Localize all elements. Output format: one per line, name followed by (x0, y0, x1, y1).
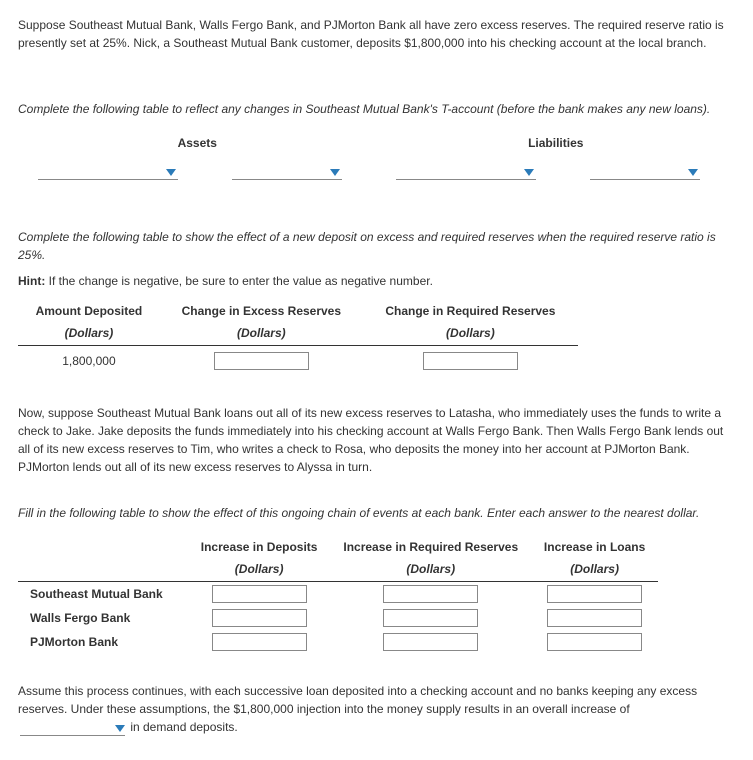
liabilities-header: Liabilities (377, 134, 736, 152)
hint-text: If the change is negative, be sure to en… (45, 274, 433, 288)
assets-header: Assets (18, 134, 377, 152)
narrative-paragraph: Now, suppose Southeast Mutual Bank loans… (18, 404, 735, 476)
unit-label: (Dollars) (188, 558, 330, 582)
chevron-down-icon (115, 725, 125, 732)
table-row: Southeast Mutual Bank (18, 582, 658, 607)
assets-amount-dropdown[interactable] (232, 158, 342, 180)
bank-name: PJMorton Bank (18, 630, 188, 654)
col-amount-deposited: Amount Deposited (18, 300, 160, 322)
bank-name: Southeast Mutual Bank (18, 582, 188, 607)
wfb-required-input[interactable] (383, 609, 478, 627)
closing-pre: Assume this process continues, with each… (18, 684, 697, 716)
table-row: Walls Fergo Bank (18, 606, 658, 630)
assets-account-dropdown[interactable] (38, 158, 178, 180)
intro-paragraph: Suppose Southeast Mutual Bank, Walls Fer… (18, 16, 735, 52)
pjm-loans-input[interactable] (547, 633, 642, 651)
closing-paragraph: Assume this process continues, with each… (18, 682, 735, 736)
unit-label: (Dollars) (160, 322, 363, 346)
chevron-down-icon (330, 169, 340, 176)
unit-label: (Dollars) (330, 558, 531, 582)
q1-prompt: Complete the following table to reflect … (18, 100, 735, 118)
pjm-deposits-input[interactable] (212, 633, 307, 651)
unit-label: (Dollars) (18, 322, 160, 346)
change-excess-input[interactable] (214, 352, 309, 370)
q3-prompt: Fill in the following table to show the … (18, 504, 735, 522)
col-increase-deposits: Increase in Deposits (188, 536, 330, 558)
bank-name: Walls Fergo Bank (18, 606, 188, 630)
chevron-down-icon (688, 169, 698, 176)
hint-label: Hint: (18, 274, 45, 288)
col-change-required: Change in Required Reserves (363, 300, 578, 322)
col-increase-required: Increase in Required Reserves (330, 536, 531, 558)
table-row: PJMorton Bank (18, 630, 658, 654)
col-change-excess: Change in Excess Reserves (160, 300, 363, 322)
hint-line: Hint: If the change is negative, be sure… (18, 272, 735, 290)
unit-label: (Dollars) (531, 558, 658, 582)
q2-prompt: Complete the following table to show the… (18, 228, 735, 264)
amount-deposited-value: 1,800,000 (18, 346, 160, 377)
unit-label: (Dollars) (363, 322, 578, 346)
liabilities-amount-dropdown[interactable] (590, 158, 700, 180)
bank-chain-table: Increase in Deposits Increase in Require… (18, 536, 658, 654)
change-required-input[interactable] (423, 352, 518, 370)
smb-required-input[interactable] (383, 585, 478, 603)
wfb-loans-input[interactable] (547, 609, 642, 627)
table-row: 1,800,000 (18, 346, 578, 377)
wfb-deposits-input[interactable] (212, 609, 307, 627)
smb-loans-input[interactable] (547, 585, 642, 603)
pjm-required-input[interactable] (383, 633, 478, 651)
closing-post: in demand deposits. (127, 720, 238, 734)
chevron-down-icon (524, 169, 534, 176)
reserve-table: Amount Deposited Change in Excess Reserv… (18, 300, 578, 376)
chevron-down-icon (166, 169, 176, 176)
liabilities-account-dropdown[interactable] (396, 158, 536, 180)
col-increase-loans: Increase in Loans (531, 536, 658, 558)
overall-increase-dropdown[interactable] (20, 720, 125, 736)
smb-deposits-input[interactable] (212, 585, 307, 603)
